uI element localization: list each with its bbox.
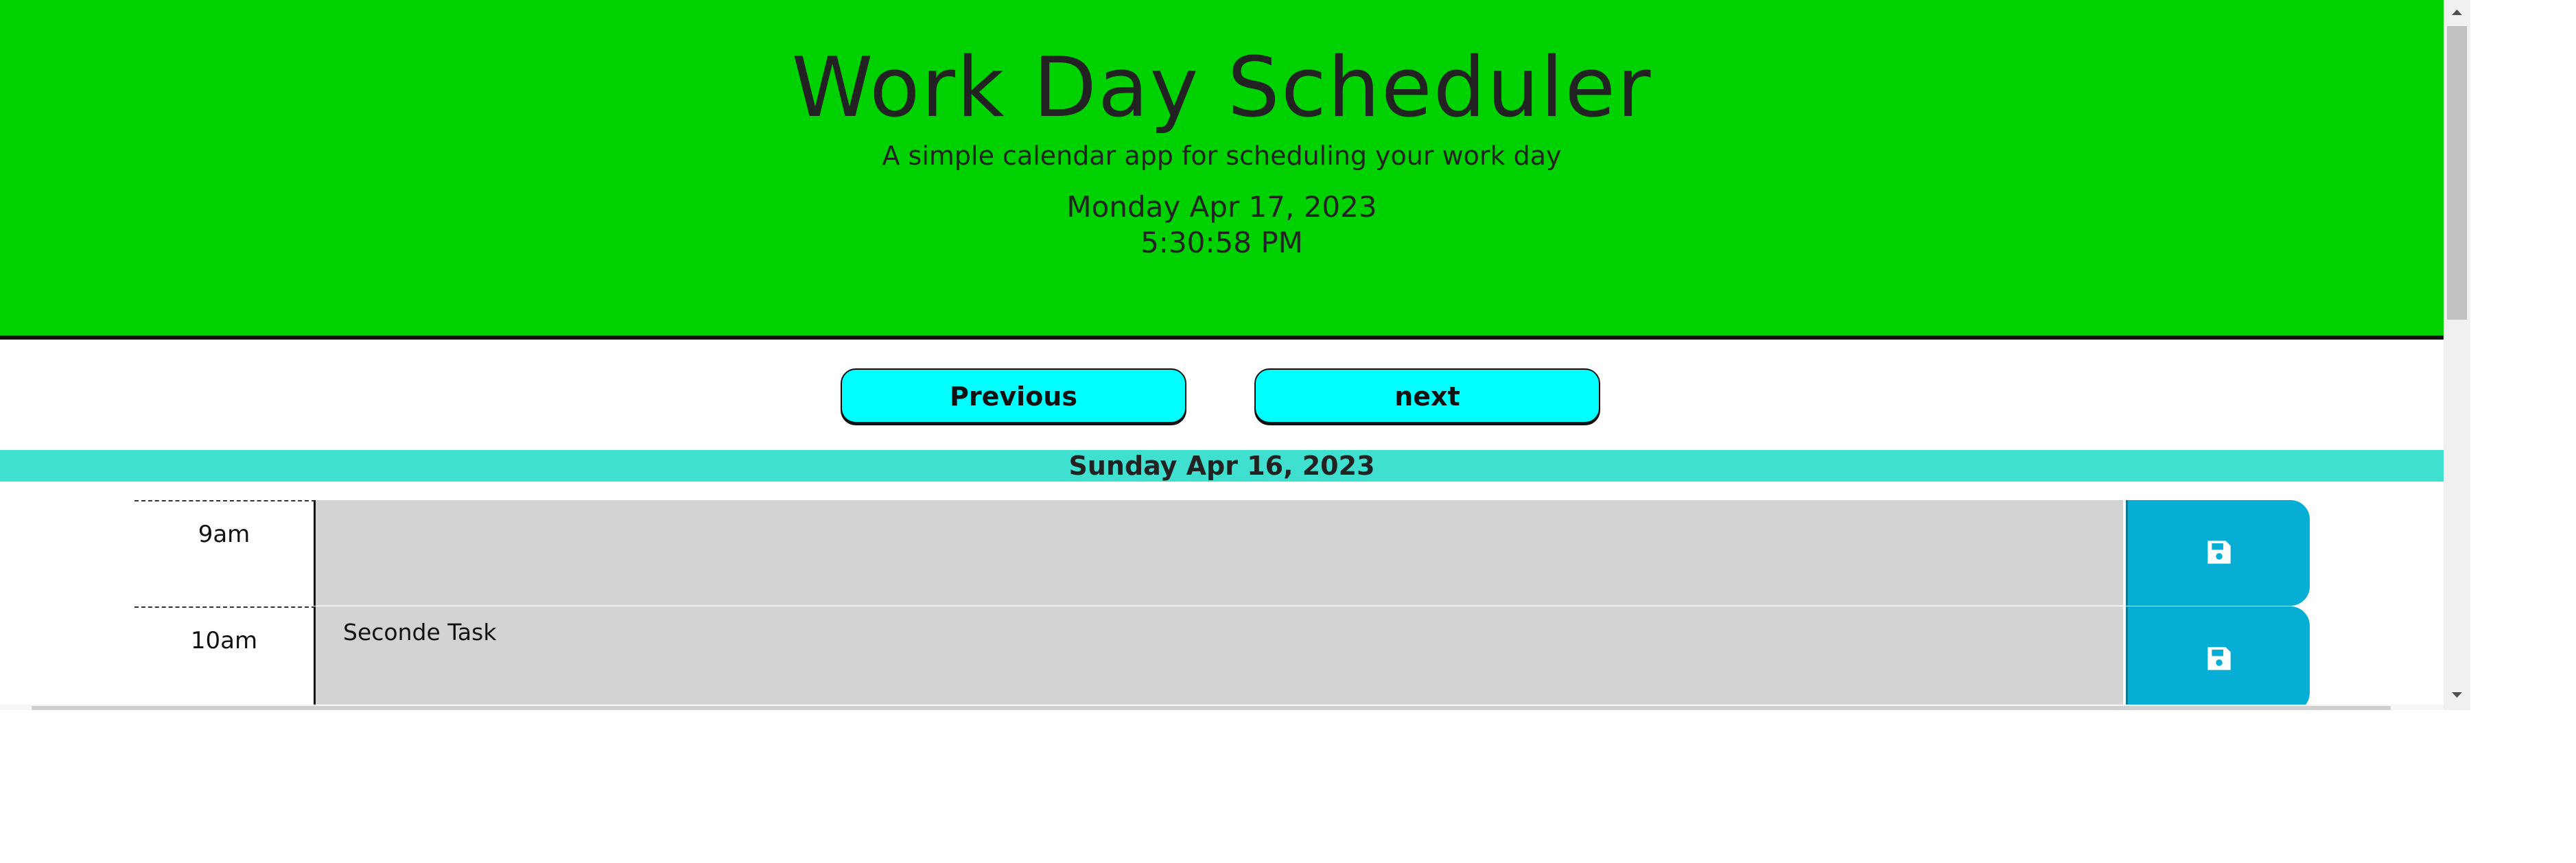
hour-label: 10am <box>134 606 316 710</box>
time-block-row: 10am <box>134 606 2310 710</box>
scheduler-page: Work Day Scheduler A simple calendar app… <box>0 0 2444 710</box>
chevron-up-icon[interactable] <box>2444 0 2470 25</box>
current-time: 5:30:58 PM <box>1140 226 1303 259</box>
app-title: Work Day Scheduler <box>791 40 1652 136</box>
hour-label: 9am <box>134 500 316 606</box>
vertical-scrollbar-thumb[interactable] <box>2447 26 2467 320</box>
horizontal-scrollbar-thumb[interactable] <box>32 706 2391 710</box>
chevron-down-icon[interactable] <box>2444 683 2470 707</box>
browser-viewport: Work Day Scheduler A simple calendar app… <box>0 0 2470 710</box>
task-input[interactable] <box>316 606 2123 710</box>
time-block-row: 9am <box>134 500 2310 606</box>
selected-day-label: Sunday Apr 16, 2023 <box>0 450 2444 482</box>
horizontal-scrollbar[interactable] <box>0 705 2444 710</box>
app-subtitle: A simple calendar app for scheduling you… <box>882 141 1562 171</box>
save-icon <box>2208 541 2231 564</box>
save-button[interactable] <box>2126 500 2310 606</box>
current-date: Monday Apr 17, 2023 <box>1066 190 1377 224</box>
save-icon <box>2208 647 2231 670</box>
previous-button[interactable]: Previous <box>841 368 1186 423</box>
task-input[interactable] <box>316 500 2123 606</box>
header-jumbotron: Work Day Scheduler A simple calendar app… <box>0 0 2444 340</box>
vertical-scrollbar[interactable] <box>2444 0 2470 710</box>
next-button[interactable]: next <box>1254 368 1600 423</box>
save-button[interactable] <box>2126 606 2310 710</box>
